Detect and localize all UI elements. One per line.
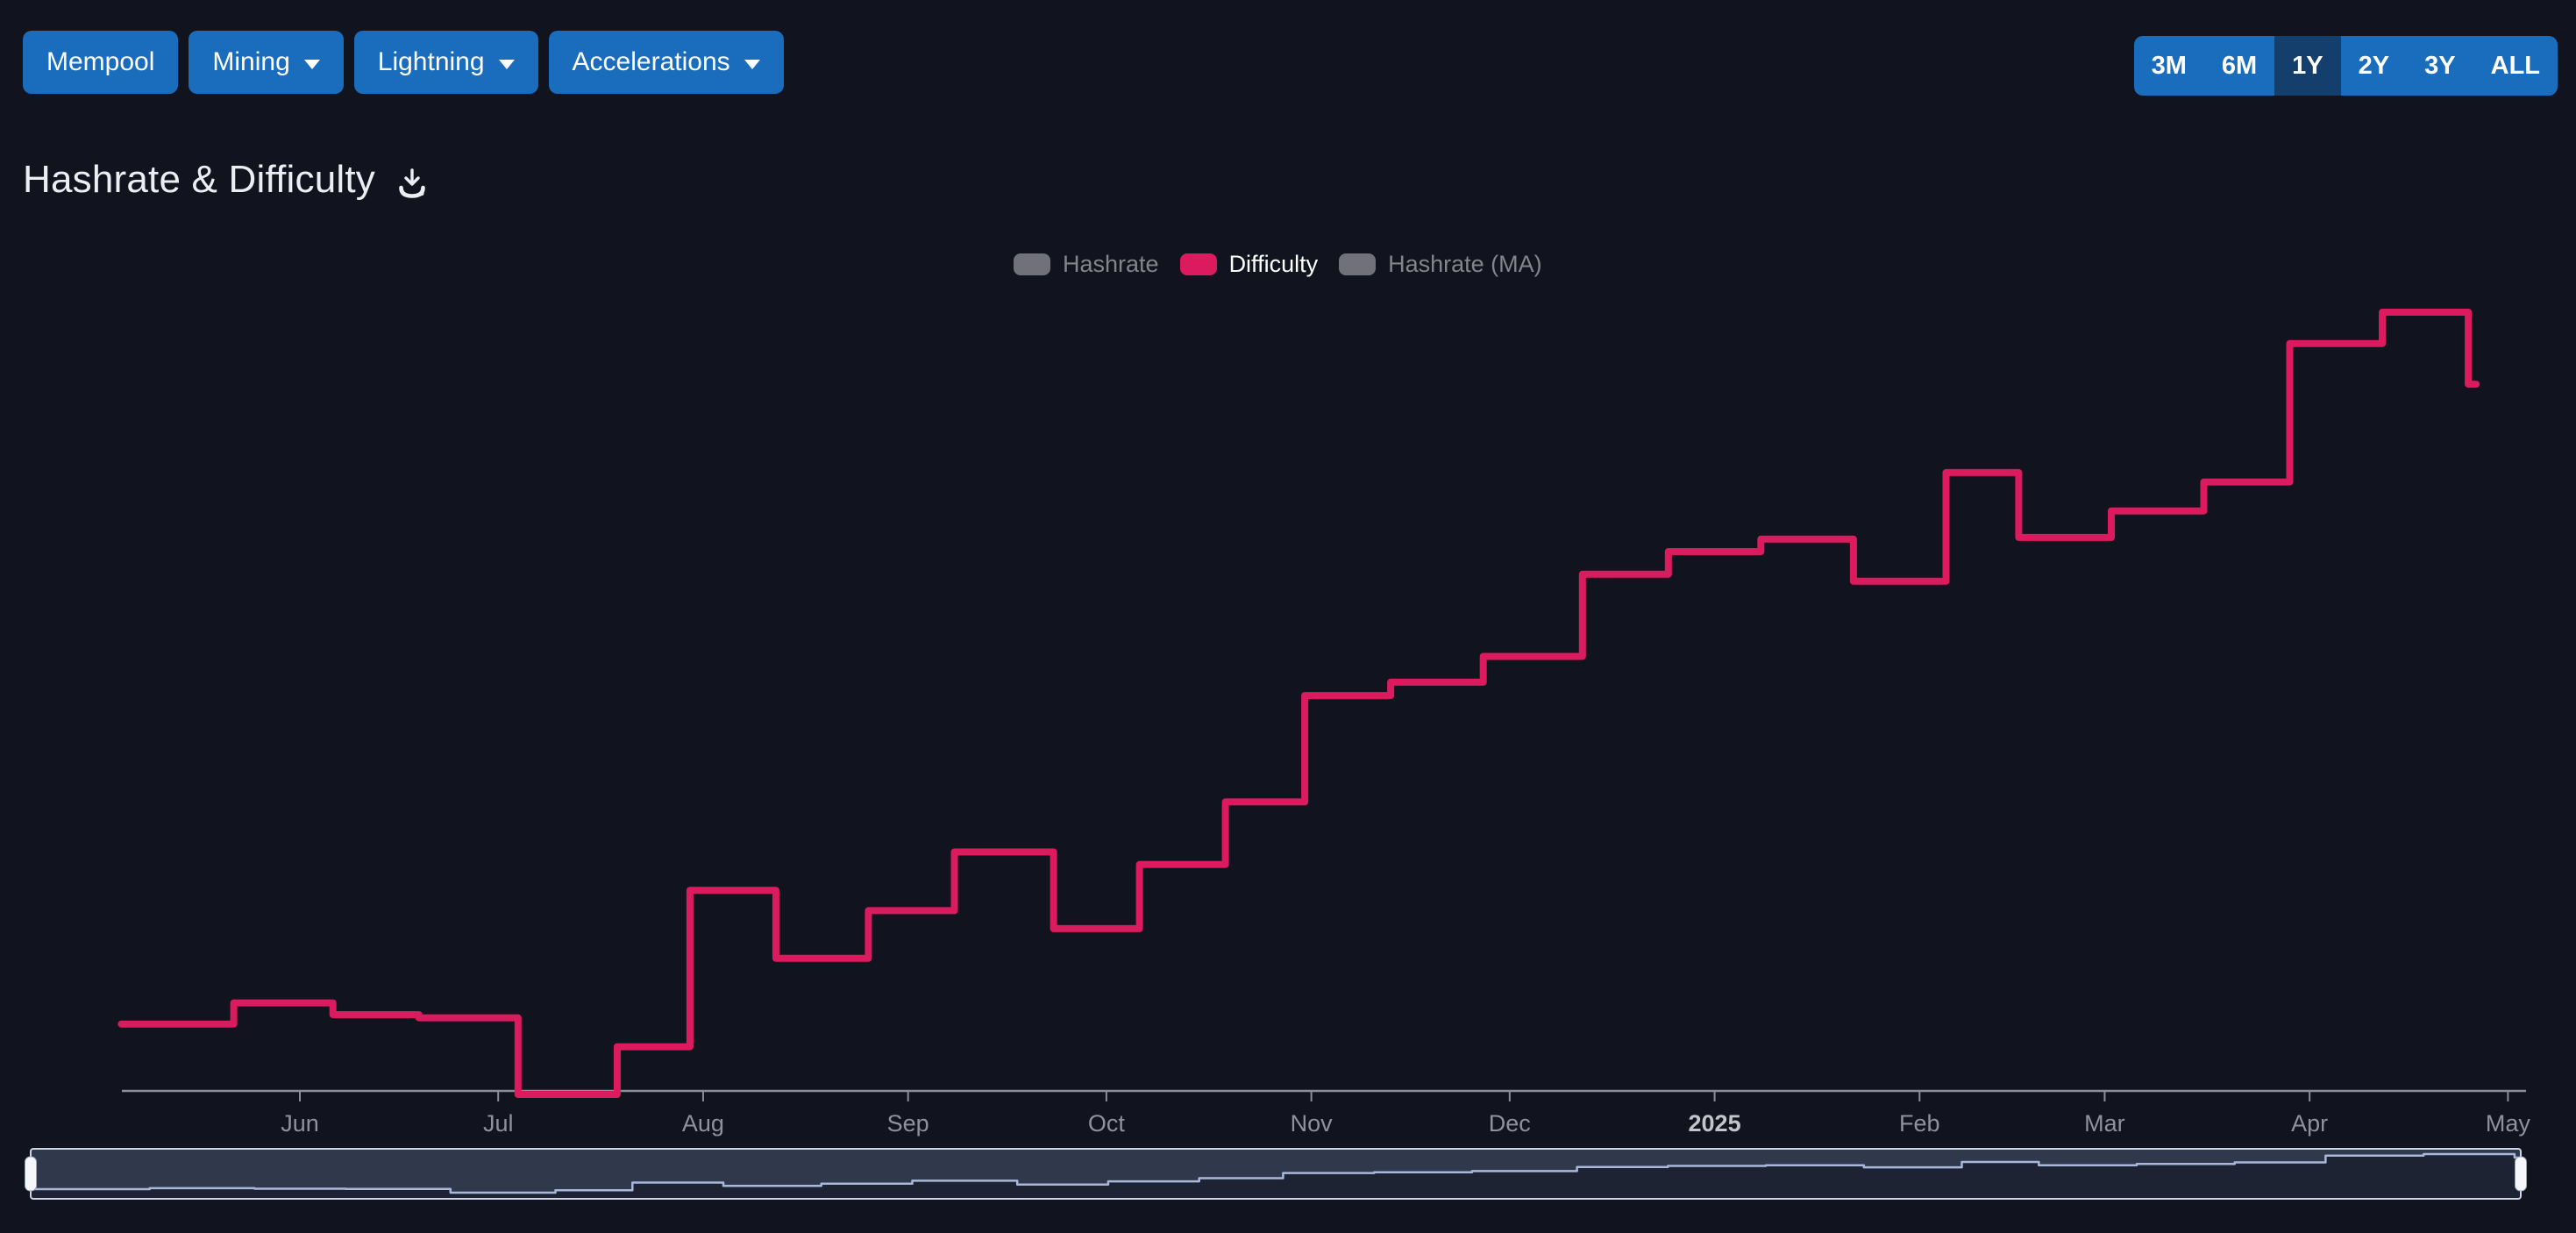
x-axis-label: Sep — [887, 1110, 929, 1137]
x-axis-label: Jun — [281, 1110, 319, 1137]
x-axis-label: Aug — [682, 1110, 724, 1137]
x-axis-label: 2025 — [1689, 1110, 1741, 1137]
x-axis-label: Nov — [1291, 1110, 1334, 1137]
chart-canvas[interactable]: Jun Jul Aug Sep Oct Nov Dec 2025 Feb Mar Apr May — [0, 0, 2576, 1233]
x-axis-label: Oct — [1088, 1110, 1126, 1137]
x-axis-label: Mar — [2084, 1110, 2125, 1137]
datazoom-right-handle[interactable] — [2516, 1157, 2527, 1191]
x-axis-label: Jul — [483, 1110, 514, 1137]
x-axis-label: Dec — [1489, 1110, 1531, 1137]
x-axis-label: May — [2486, 1110, 2531, 1137]
difficulty-line — [121, 312, 2476, 1094]
x-axis-label: Apr — [2291, 1110, 2328, 1137]
datazoom-left-handle[interactable] — [25, 1157, 37, 1191]
x-axis-label: Feb — [1899, 1110, 1940, 1137]
